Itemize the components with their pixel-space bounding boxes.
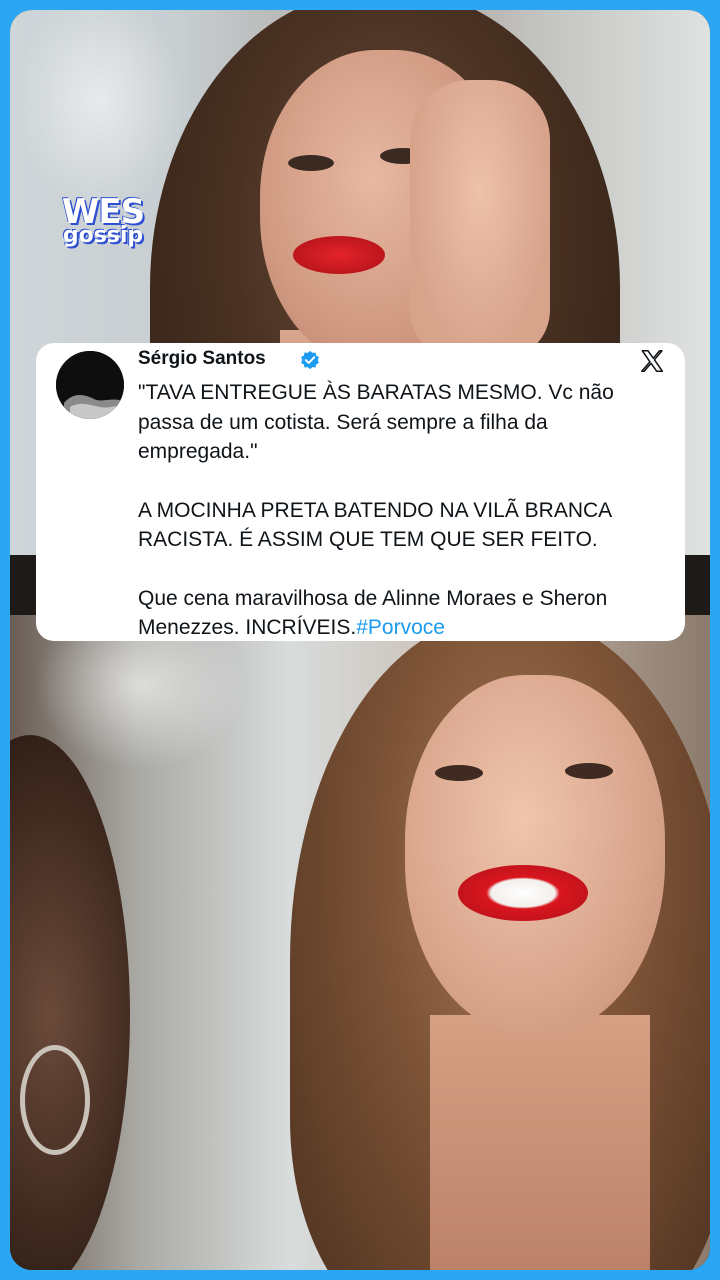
top-photo-eye-left bbox=[288, 155, 334, 171]
bottom-photo-eye-left bbox=[435, 765, 483, 781]
x-logo-icon[interactable] bbox=[639, 348, 665, 374]
verified-badge-icon bbox=[301, 350, 319, 370]
bottom-photo-earring bbox=[20, 1045, 90, 1155]
bottom-photo-face bbox=[405, 675, 665, 1035]
bottom-photo-eye-right bbox=[565, 763, 613, 779]
tweet-paragraph-3: Que cena maravilhosa de Alinne Moraes e … bbox=[138, 584, 668, 643]
hashtag-link[interactable]: #Porvoce bbox=[356, 616, 445, 639]
avatar[interactable] bbox=[56, 351, 124, 419]
bottom-photo bbox=[10, 615, 710, 1270]
bottom-photo-neck bbox=[430, 1015, 650, 1270]
top-photo-lips bbox=[293, 236, 385, 274]
bottom-photo-other-person bbox=[10, 735, 130, 1270]
watermark-line2: gossip bbox=[62, 223, 144, 248]
tweet-text: "TAVA ENTREGUE ÀS BARATAS MESMO. Vc não … bbox=[138, 378, 668, 643]
bottom-photo-mouth bbox=[458, 865, 588, 921]
tweet-card[interactable]: Sérgio Santos "TAVA ENTREGUE ÀS BARATAS … bbox=[36, 343, 685, 641]
tweet-paragraph-1: "TAVA ENTREGUE ÀS BARATAS MESMO. Vc não … bbox=[138, 381, 614, 463]
wes-gossip-watermark: WES gossip bbox=[48, 195, 158, 263]
tweet-author-name[interactable]: Sérgio Santos bbox=[138, 348, 266, 370]
top-photo-hand bbox=[410, 80, 550, 360]
tweet-paragraph-2: A MOCINHA PRETA BATENDO NA VILÃ BRANCA R… bbox=[138, 498, 612, 552]
avatar-image-icon bbox=[56, 351, 124, 419]
